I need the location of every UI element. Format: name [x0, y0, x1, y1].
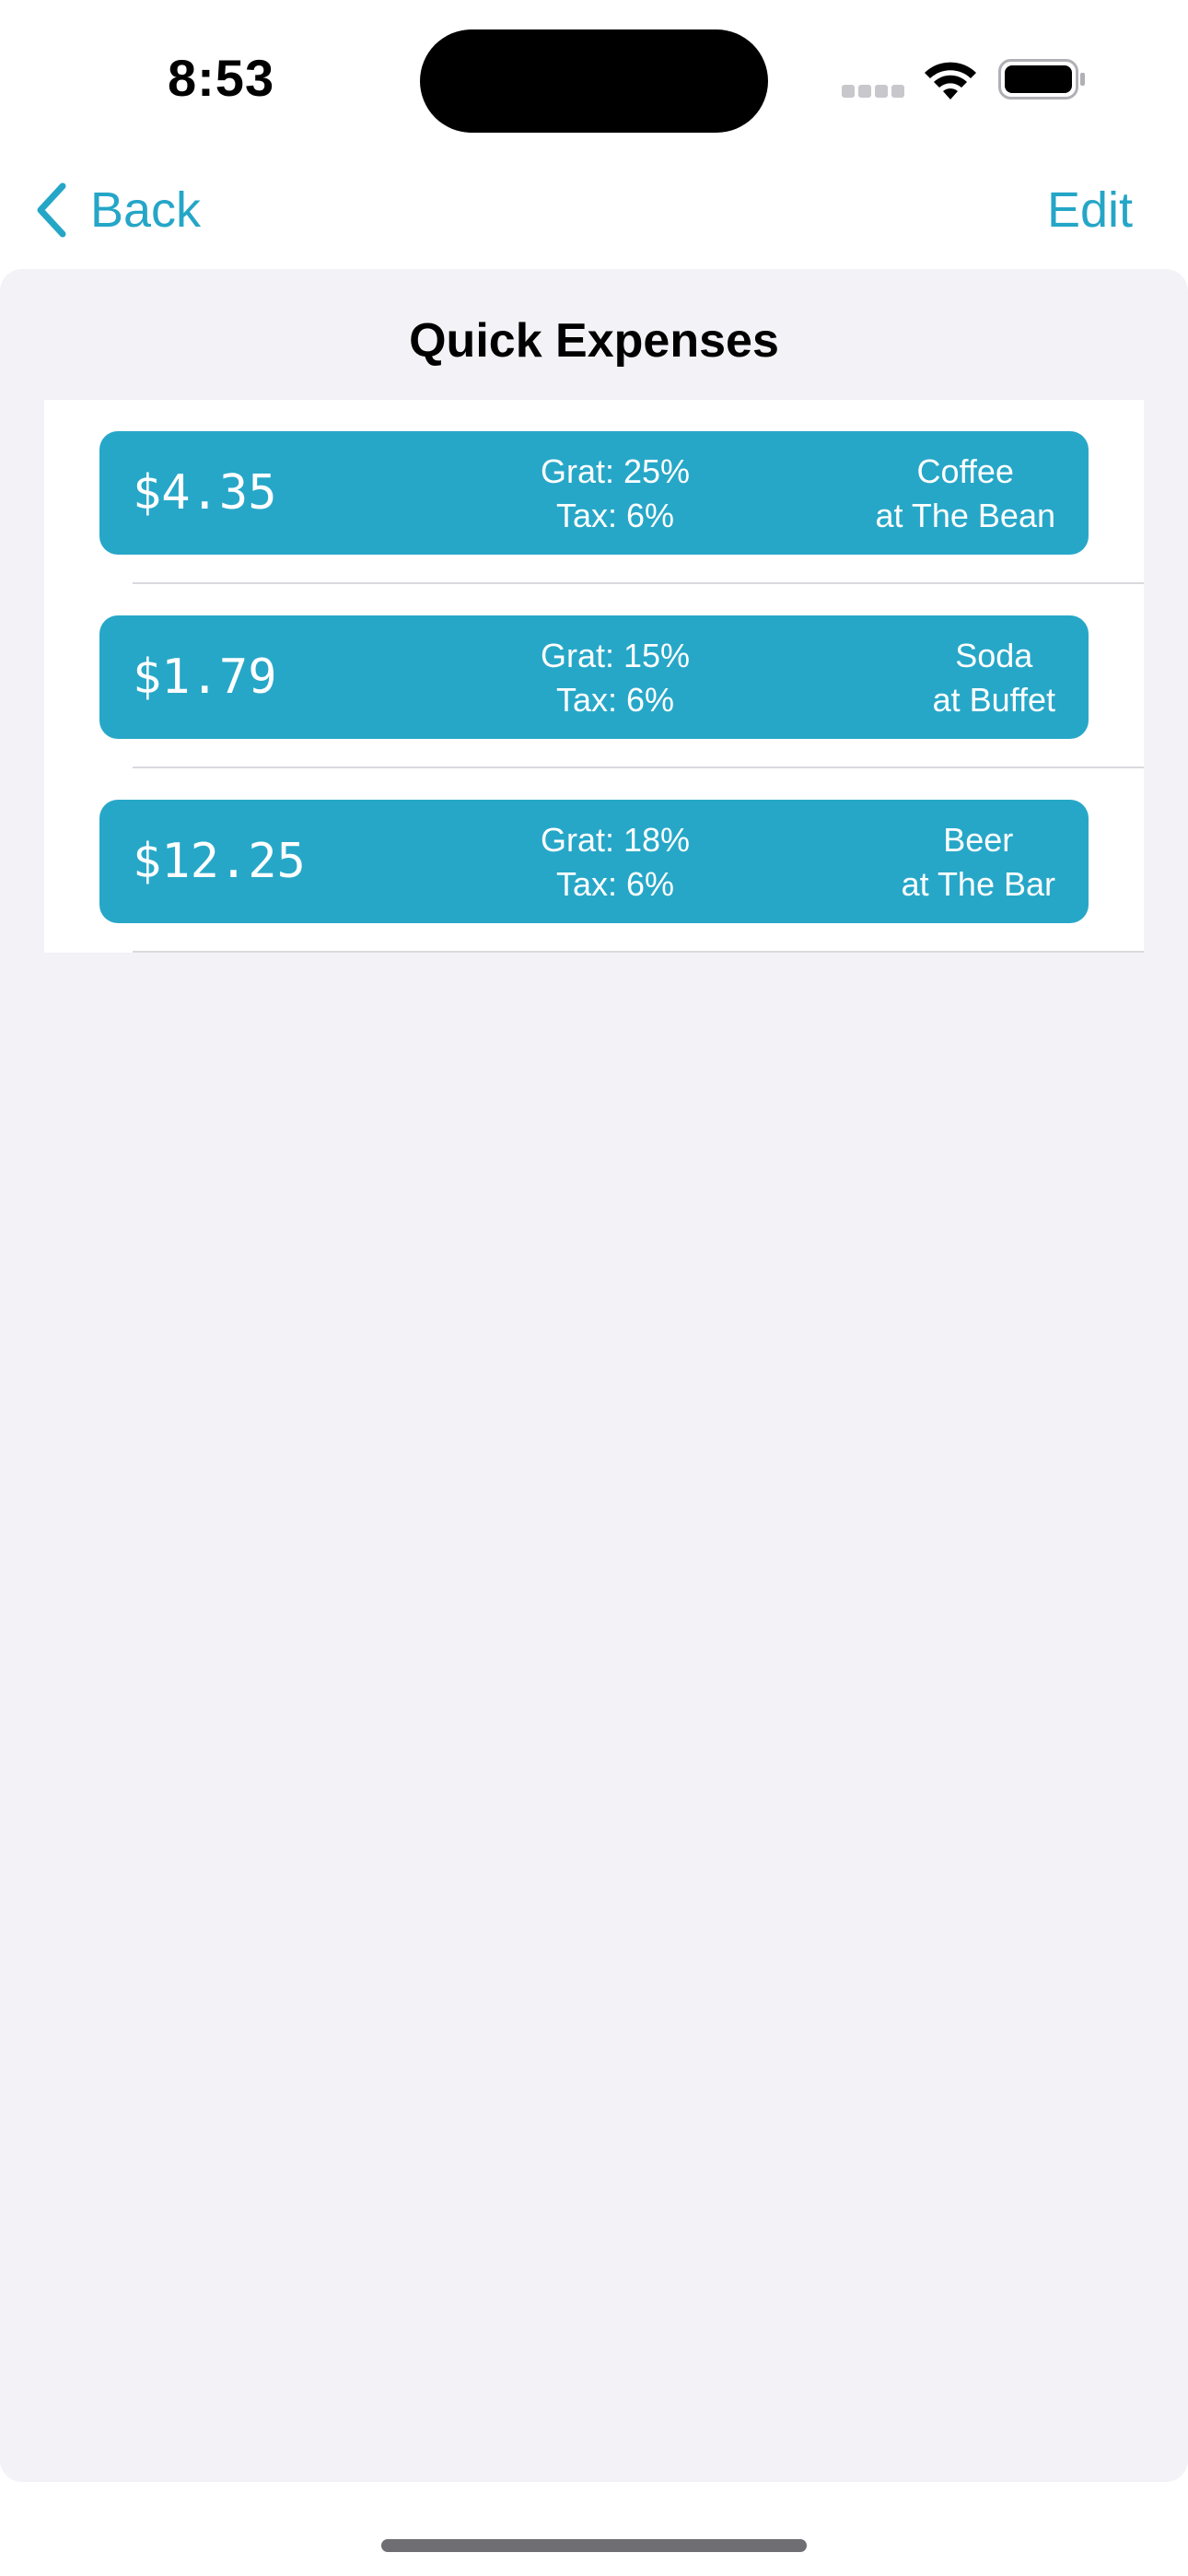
back-button[interactable]: Back — [33, 181, 201, 240]
tax-label: Tax: 6% — [555, 497, 675, 534]
expense-place: at The Bean — [875, 497, 1056, 534]
expense-item: Coffee — [916, 452, 1014, 490]
status-time: 8:53 — [168, 49, 275, 107]
gratuity-label: Grat: 15% — [540, 637, 691, 674]
quick-expenses-sheet: Quick Expenses $4.35 Grat: 25% Tax: 6% C… — [0, 269, 1188, 2482]
edit-button[interactable]: Edit — [1047, 181, 1133, 240]
list-item: $12.25 Grat: 18% Tax: 6% Beer at The Bar — [44, 768, 1144, 953]
row-divider — [133, 951, 1144, 953]
back-button-label: Back — [90, 182, 202, 238]
expense-item: Soda — [955, 637, 1033, 674]
wifi-icon — [925, 62, 976, 100]
expense-description: Beer at The Bar — [902, 818, 1055, 907]
battery-icon — [998, 59, 1085, 100]
expense-amount: $1.79 — [133, 650, 277, 705]
gratuity-label: Grat: 18% — [540, 821, 691, 859]
tax-label: Tax: 6% — [555, 681, 675, 719]
tax-label: Tax: 6% — [555, 865, 675, 903]
expense-place: at The Bar — [901, 865, 1055, 903]
expense-amount: $12.25 — [133, 834, 306, 889]
cellular-signal-icon — [842, 85, 904, 98]
expense-card-soda[interactable]: $1.79 Grat: 15% Tax: 6% Soda at Buffet — [99, 615, 1089, 739]
expense-card-beer[interactable]: $12.25 Grat: 18% Tax: 6% Beer at The Bar — [99, 800, 1089, 923]
gratuity-label: Grat: 25% — [540, 452, 691, 490]
expense-description: Coffee at The Bean — [876, 450, 1056, 538]
expense-card-coffee[interactable]: $4.35 Grat: 25% Tax: 6% Coffee at The Be… — [99, 431, 1089, 555]
chevron-left-icon — [37, 182, 66, 238]
expense-place: at Buffet — [932, 681, 1055, 719]
sheet-title: Quick Expenses — [409, 314, 779, 368]
expense-item: Beer — [943, 821, 1014, 859]
expense-description: Soda at Buffet — [933, 634, 1055, 722]
dynamic-island — [420, 29, 768, 133]
expense-rates: Grat: 18% Tax: 6% — [413, 818, 818, 907]
list-item: $4.35 Grat: 25% Tax: 6% Coffee at The Be… — [44, 400, 1144, 584]
list-item: $1.79 Grat: 15% Tax: 6% Soda at Buffet — [44, 584, 1144, 768]
expense-list: $4.35 Grat: 25% Tax: 6% Coffee at The Be… — [44, 400, 1144, 953]
home-indicator[interactable] — [381, 2539, 807, 2552]
expense-rates: Grat: 15% Tax: 6% — [413, 634, 818, 722]
expense-rates: Grat: 25% Tax: 6% — [413, 450, 818, 538]
expense-amount: $4.35 — [133, 465, 277, 521]
